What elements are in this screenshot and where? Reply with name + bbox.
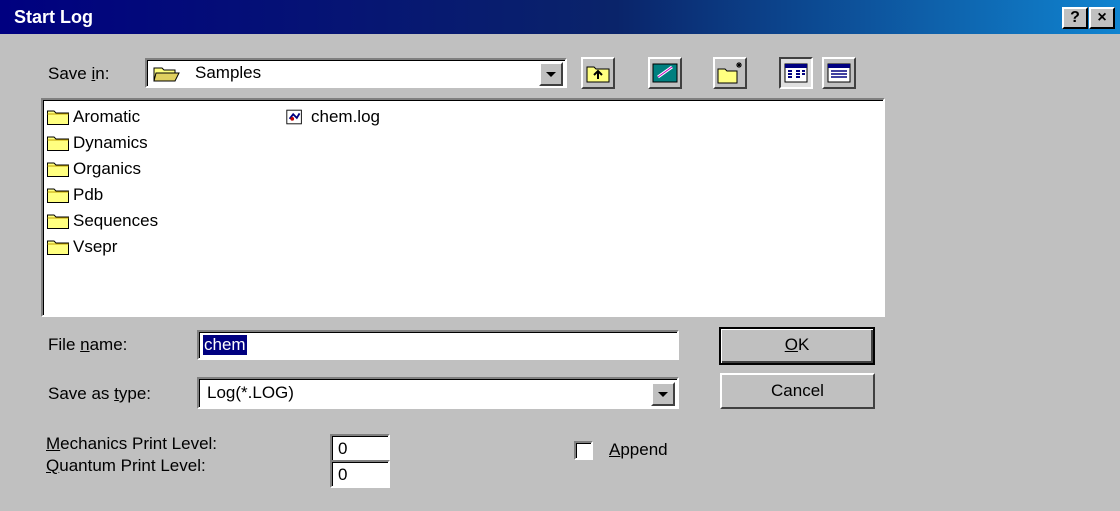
- folder-icon: [47, 136, 69, 151]
- folder-icon: [47, 188, 69, 203]
- up-one-level-button[interactable]: [581, 57, 615, 89]
- folder-icon: [47, 240, 69, 255]
- list-item-label: Sequences: [73, 211, 159, 230]
- list-item-label: Organics: [73, 159, 142, 178]
- file-list[interactable]: Aromatic Dynamics Organics Pdb Sequences Vsep…: [41, 98, 885, 317]
- list-item-label: Pdb: [73, 185, 104, 204]
- save-in-value: Samples: [195, 63, 262, 82]
- folder-icon: [47, 162, 69, 177]
- mechanics-print-level-label: Mechanics Print Level:: [46, 434, 218, 453]
- append-checkbox[interactable]: [574, 441, 593, 460]
- quantum-print-level-label: Quantum Print Level:: [46, 456, 206, 475]
- save-in-combo[interactable]: Samples: [145, 58, 567, 88]
- chevron-down-icon: [658, 392, 668, 397]
- file-name-value: chem: [203, 335, 247, 355]
- save-in-label: Save in:: [48, 64, 110, 83]
- mechanics-print-level-value: 0: [338, 439, 348, 458]
- save-as-type-label: Save as type:: [48, 384, 152, 403]
- file-name-input[interactable]: chem: [197, 330, 679, 360]
- append-label: Append: [609, 440, 668, 459]
- save-as-type-combo[interactable]: Log(*.LOG): [197, 377, 679, 409]
- list-item-label: Vsepr: [73, 237, 118, 256]
- folder-icon: [47, 214, 69, 229]
- close-button[interactable]: ×: [1089, 7, 1115, 29]
- list-item-label: Aromatic: [73, 107, 141, 126]
- list-item-label: Dynamics: [73, 133, 148, 152]
- desktop-icon: [652, 63, 678, 83]
- list-item-label: chem.log: [311, 107, 380, 126]
- log-file-icon: [286, 109, 302, 125]
- quantum-print-level-input[interactable]: 0: [330, 460, 390, 488]
- cancel-button[interactable]: Cancel: [720, 373, 875, 409]
- save-as-type-dropdown-button[interactable]: [651, 382, 675, 406]
- desktop-button[interactable]: [648, 57, 682, 89]
- save-as-type-value: Log(*.LOG): [207, 383, 294, 402]
- up-one-level-icon: [586, 66, 610, 83]
- new-folder-button[interactable]: [713, 57, 747, 89]
- folder-icon: [47, 110, 69, 125]
- details-view-button[interactable]: [822, 57, 856, 89]
- details-view-icon: [827, 63, 851, 83]
- file-name-label: File name:: [48, 335, 128, 354]
- chevron-down-icon: [546, 72, 556, 77]
- ok-button[interactable]: OK: [719, 327, 875, 365]
- new-folder-icon: [717, 62, 742, 84]
- help-button[interactable]: ?: [1062, 7, 1088, 29]
- list-view-button[interactable]: [779, 57, 813, 89]
- list-view-icon: [784, 63, 808, 83]
- title-bar: Start Log ? ×: [0, 0, 1120, 34]
- window-title: Start Log: [14, 7, 93, 27]
- save-in-dropdown-button[interactable]: [539, 62, 563, 86]
- mechanics-print-level-input[interactable]: 0: [330, 434, 390, 462]
- quantum-print-level-value: 0: [338, 465, 348, 484]
- folder-open-icon: [153, 67, 180, 82]
